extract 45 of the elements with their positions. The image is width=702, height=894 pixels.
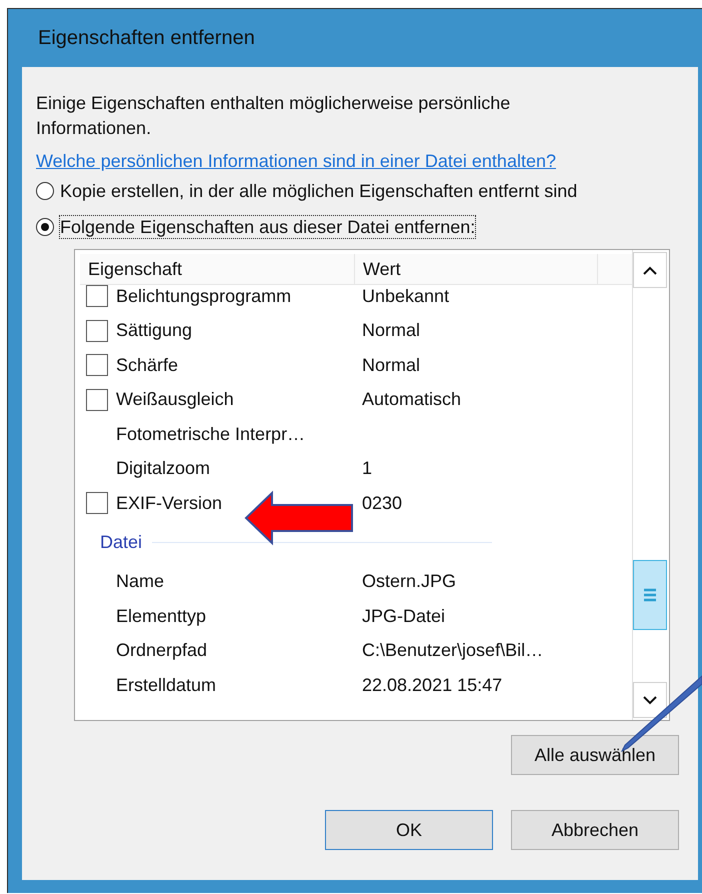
group-heading: Datei	[100, 532, 142, 553]
property-name: Elementtyp	[116, 606, 208, 627]
property-name: Digitalzoom	[116, 458, 212, 480]
checkbox[interactable]	[86, 354, 108, 376]
column-header[interactable]: Eigenschaft	[80, 254, 355, 284]
scroll-up-button[interactable]	[633, 252, 667, 288]
property-value: 22.08.2021 15:47	[362, 674, 502, 696]
scroll-thumb[interactable]	[633, 560, 667, 630]
radio-button[interactable]	[36, 182, 54, 200]
scrollbar[interactable]	[632, 250, 669, 720]
intro-text: Einige Eigenschaften enthalten möglicherweise persönliche Informationen.	[36, 92, 512, 140]
property-value: Normal	[362, 320, 420, 342]
select-all-button[interactable]: Alle auswählen	[511, 735, 679, 775]
chevron-down-icon	[643, 696, 657, 704]
property-name: Name	[116, 571, 166, 592]
property-value: Normal	[362, 354, 420, 376]
property-value: Ostern.JPG	[362, 571, 456, 592]
property-name: Weißausgleich	[116, 389, 235, 410]
property-name: Fotometrische Interpr…	[116, 424, 306, 445]
radio-button[interactable]	[36, 218, 54, 236]
ok-button[interactable]: OK	[325, 810, 493, 850]
property-value: Unbekannt	[362, 286, 450, 307]
chevron-up-icon	[643, 266, 657, 274]
property-value: 0230	[362, 492, 402, 514]
property-name: Sättigung	[116, 320, 194, 342]
property-value: C:\Benutzer\josef\Bil…	[362, 640, 544, 662]
property-name: Ordnerpfad	[116, 640, 208, 662]
checkbox[interactable]	[86, 285, 108, 308]
checkbox[interactable]	[86, 388, 108, 411]
radio-label[interactable]: Folgende Eigenschaften aus dieser Datei entfernen:	[60, 216, 476, 238]
help-link[interactable]: Welche persönlichen Informationen sind in einer Datei enthalten?	[36, 149, 556, 173]
checkbox[interactable]	[86, 320, 108, 342]
window-title: Eigenschaften entfernen	[37, 26, 256, 50]
property-name: EXIF-Version	[116, 492, 224, 514]
cancel-button[interactable]: Abbrechen	[511, 810, 679, 850]
property-value: 1	[362, 458, 372, 480]
column-header[interactable]: Wert	[355, 254, 598, 284]
property-value: JPG-Datei	[362, 606, 446, 627]
property-name: Schärfe	[116, 354, 180, 376]
property-name: Belichtungsprogramm	[116, 286, 292, 307]
property-value: Automatisch	[362, 389, 462, 410]
checkbox[interactable]	[86, 492, 108, 514]
radio-label[interactable]: Kopie erstellen, in der alle möglichen Eigenschaften entfernt sind	[60, 180, 578, 202]
grip-icon	[644, 588, 656, 602]
property-name: Erstelldatum	[116, 674, 218, 696]
